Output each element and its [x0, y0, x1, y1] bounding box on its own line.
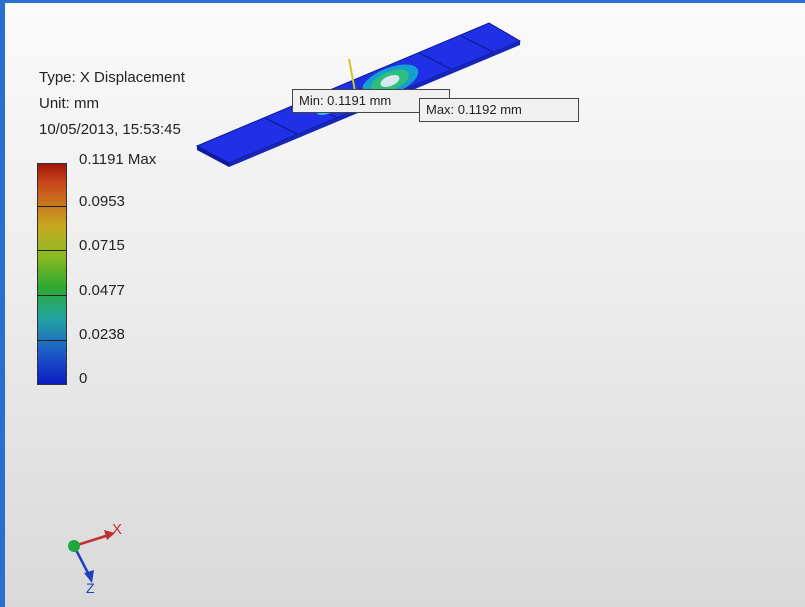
legend-tick [37, 206, 67, 207]
result-unit-label: Unit: mm [39, 95, 99, 112]
triad-origin [68, 540, 80, 552]
legend-label-min: 0 [79, 370, 88, 387]
legend-label: 0.0477 [79, 282, 125, 299]
legend-label-max: 0.1191 Max [79, 151, 157, 168]
graphics-viewport[interactable]: X Z Type: X Displacement Unit: mm 10/05/… [0, 0, 805, 607]
result-timestamp: 10/05/2013, 15:53:45 [39, 121, 181, 138]
color-legend-bar [37, 163, 67, 385]
x-axis-label: X [112, 521, 123, 538]
z-axis-label: Z [86, 580, 95, 596]
legend-tick [37, 250, 67, 251]
result-type-label: Type: X Displacement [39, 69, 185, 86]
max-probe-label[interactable]: Max: 0.1192 mm [419, 98, 579, 122]
legend-tick [37, 340, 67, 341]
axis-triad[interactable] [68, 530, 115, 583]
legend-label: 0.0238 [79, 326, 125, 343]
legend-tick [37, 295, 67, 296]
legend-label: 0.0715 [79, 237, 125, 254]
legend-label: 0.0953 [79, 193, 125, 210]
